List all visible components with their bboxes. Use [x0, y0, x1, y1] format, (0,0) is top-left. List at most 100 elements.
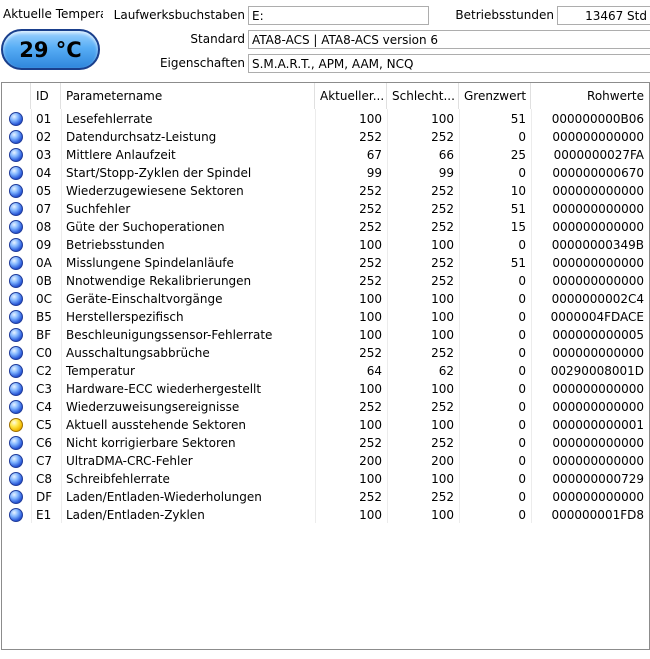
cell-current: 252: [359, 436, 382, 450]
cell-current: 252: [359, 184, 382, 198]
cell-parameter-name: Temperatur: [66, 364, 135, 378]
table-row[interactable]: 0C Geräte-Einschaltvorgänge 100 100 0 0000000…: [2, 290, 649, 308]
cell-current: 100: [359, 508, 382, 522]
cell-current: 100: [359, 472, 382, 486]
status-orb-icon: [9, 346, 23, 360]
cell-worst: 100: [431, 472, 454, 486]
table-row[interactable]: C6 Nicht korrigierbare Sektoren 252 252 0 000…: [2, 434, 649, 452]
temperature-label: Aktuelle Temperat: [3, 7, 103, 21]
cell-id: C6: [36, 436, 53, 450]
cell-parameter-name: Laden/Entladen-Wiederholungen: [66, 490, 262, 504]
cell-worst: 252: [431, 274, 454, 288]
cell-id: C8: [36, 472, 53, 486]
cell-threshold: 0: [518, 508, 526, 522]
cell-id: 09: [36, 238, 52, 252]
cell-threshold: 0: [518, 490, 526, 504]
cell-id: 01: [36, 112, 52, 126]
table-row[interactable]: B5 Herstellerspezifisch 100 100 0 0000004FDAC…: [2, 308, 649, 326]
column-header-worst[interactable]: Schlecht...: [387, 83, 459, 109]
cell-current: 100: [359, 112, 382, 126]
cell-worst: 252: [431, 184, 454, 198]
cell-parameter-name: Wiederzugewiesene Sektoren: [66, 184, 244, 198]
cell-worst: 252: [431, 220, 454, 234]
features-field[interactable]: S.M.A.R.T., APM, AAM, NCQ: [248, 54, 650, 73]
column-header-name[interactable]: Parametername: [61, 83, 315, 109]
status-orb-icon: [9, 166, 23, 180]
cell-current: 252: [359, 400, 382, 414]
table-row[interactable]: 0B Nnotwendige Rekalibrierungen 252 252 0 000…: [2, 272, 649, 290]
column-header-current[interactable]: Aktueller...: [315, 83, 387, 109]
cell-worst: 252: [431, 130, 454, 144]
table-row[interactable]: 02 Datendurchsatz-Leistung 252 252 0 00000000…: [2, 128, 649, 146]
smart-attributes-table[interactable]: ID Parametername Aktueller... Schlecht..…: [1, 82, 650, 650]
features-label: Eigenschaften: [159, 56, 245, 70]
cell-parameter-name: Aktuell ausstehende Sektoren: [66, 418, 246, 432]
cell-parameter-name: Nnotwendige Rekalibrierungen: [66, 274, 252, 288]
cell-raw: 000000000000: [552, 400, 644, 414]
cell-worst: 100: [431, 328, 454, 342]
cell-id: C7: [36, 454, 53, 468]
status-orb-icon: [9, 472, 23, 486]
cell-current: 100: [359, 238, 382, 252]
cell-worst: 100: [431, 292, 454, 306]
status-orb-icon: [9, 292, 23, 306]
table-row[interactable]: C5 Aktuell ausstehende Sektoren 100 100 0 000…: [2, 416, 649, 434]
column-header-raw[interactable]: Rohwerte: [531, 83, 649, 109]
cell-worst: 200: [431, 454, 454, 468]
cell-parameter-name: Misslungene Spindelanläufe: [66, 256, 234, 270]
cell-raw: 00000000349B: [551, 238, 644, 252]
column-header-id[interactable]: ID: [31, 83, 61, 109]
cell-current: 100: [359, 328, 382, 342]
status-orb-icon: [9, 130, 23, 144]
cell-parameter-name: UltraDMA-CRC-Fehler: [66, 454, 193, 468]
table-row[interactable]: E1 Laden/Entladen-Zyklen 100 100 0 000000001F…: [2, 506, 649, 524]
table-row[interactable]: 09 Betriebsstunden 100 100 0 00000000349B: [2, 236, 649, 254]
cell-raw: 000000000000: [552, 436, 644, 450]
cell-threshold: 15: [510, 220, 526, 234]
table-row[interactable]: C2 Temperatur 64 62 0 00290008001D: [2, 362, 649, 380]
temperature-value: 29 °C: [19, 37, 82, 62]
table-row[interactable]: C4 Wiederzuweisungsereignisse 252 252 0 00000…: [2, 398, 649, 416]
table-row[interactable]: DF Laden/Entladen-Wiederholungen 252 252 0 00…: [2, 488, 649, 506]
cell-parameter-name: Suchfehler: [66, 202, 131, 216]
cell-parameter-name: Wiederzuweisungsereignisse: [66, 400, 240, 414]
cell-threshold: 25: [510, 148, 526, 162]
table-row[interactable]: 08 Güte der Suchoperationen 252 252 15 000000…: [2, 218, 649, 236]
table-row[interactable]: 07 Suchfehler 252 252 51 000000000000: [2, 200, 649, 218]
table-row[interactable]: BF Beschleunigungssensor-Fehlerrate 100 100…: [2, 326, 649, 344]
cell-current: 252: [359, 256, 382, 270]
cell-raw: 000000000005: [552, 328, 644, 342]
operating-hours-field[interactable]: 13467 Std: [557, 6, 650, 25]
cell-parameter-name: Hardware-ECC wiederhergestellt: [66, 382, 262, 396]
cell-raw: 000000000000: [552, 184, 644, 198]
cell-worst: 100: [431, 418, 454, 432]
table-row[interactable]: 03 Mittlere Anlaufzeit 67 66 25 0000000027FA: [2, 146, 649, 164]
cell-threshold: 0: [518, 238, 526, 252]
table-row[interactable]: C7 UltraDMA-CRC-Fehler 200 200 0 000000000000: [2, 452, 649, 470]
cell-current: 252: [359, 130, 382, 144]
standard-field[interactable]: ATA8-ACS | ATA8-ACS version 6: [248, 30, 650, 49]
cell-raw: 00290008001D: [550, 364, 644, 378]
drive-letter-field[interactable]: E:: [248, 6, 429, 25]
table-row[interactable]: C0 Ausschaltungsabbrüche 252 252 0 0000000000…: [2, 344, 649, 362]
status-orb-icon: [9, 274, 23, 288]
table-row[interactable]: C3 Hardware-ECC wiederhergestellt 100 100 0 0…: [2, 380, 649, 398]
cell-raw: 000000000000: [552, 202, 644, 216]
table-row[interactable]: 04 Start/Stopp-Zyklen der Spindel 99 99 0 000…: [2, 164, 649, 182]
cell-current: 252: [359, 490, 382, 504]
table-row[interactable]: 01 Lesefehlerrate 100 100 51 000000000B06: [2, 110, 649, 128]
column-header-threshold[interactable]: Grenzwert: [459, 83, 531, 109]
table-row[interactable]: 0A Misslungene Spindelanläufe 252 252 51 0000…: [2, 254, 649, 272]
status-orb-icon: [9, 364, 23, 378]
cell-raw: 000000000729: [552, 472, 644, 486]
drive-letter-label: Laufwerksbuchstaben: [113, 8, 245, 22]
cell-current: 100: [359, 382, 382, 396]
status-orb-icon: [9, 328, 23, 342]
cell-id: 03: [36, 148, 52, 162]
cell-parameter-name: Datendurchsatz-Leistung: [66, 130, 217, 144]
table-row[interactable]: C8 Schreibfehlerrate 100 100 0 000000000729: [2, 470, 649, 488]
table-row[interactable]: 05 Wiederzugewiesene Sektoren 252 252 10 0000…: [2, 182, 649, 200]
column-header-status[interactable]: [2, 83, 31, 109]
cell-id: E1: [36, 508, 52, 522]
cell-current: 252: [359, 346, 382, 360]
